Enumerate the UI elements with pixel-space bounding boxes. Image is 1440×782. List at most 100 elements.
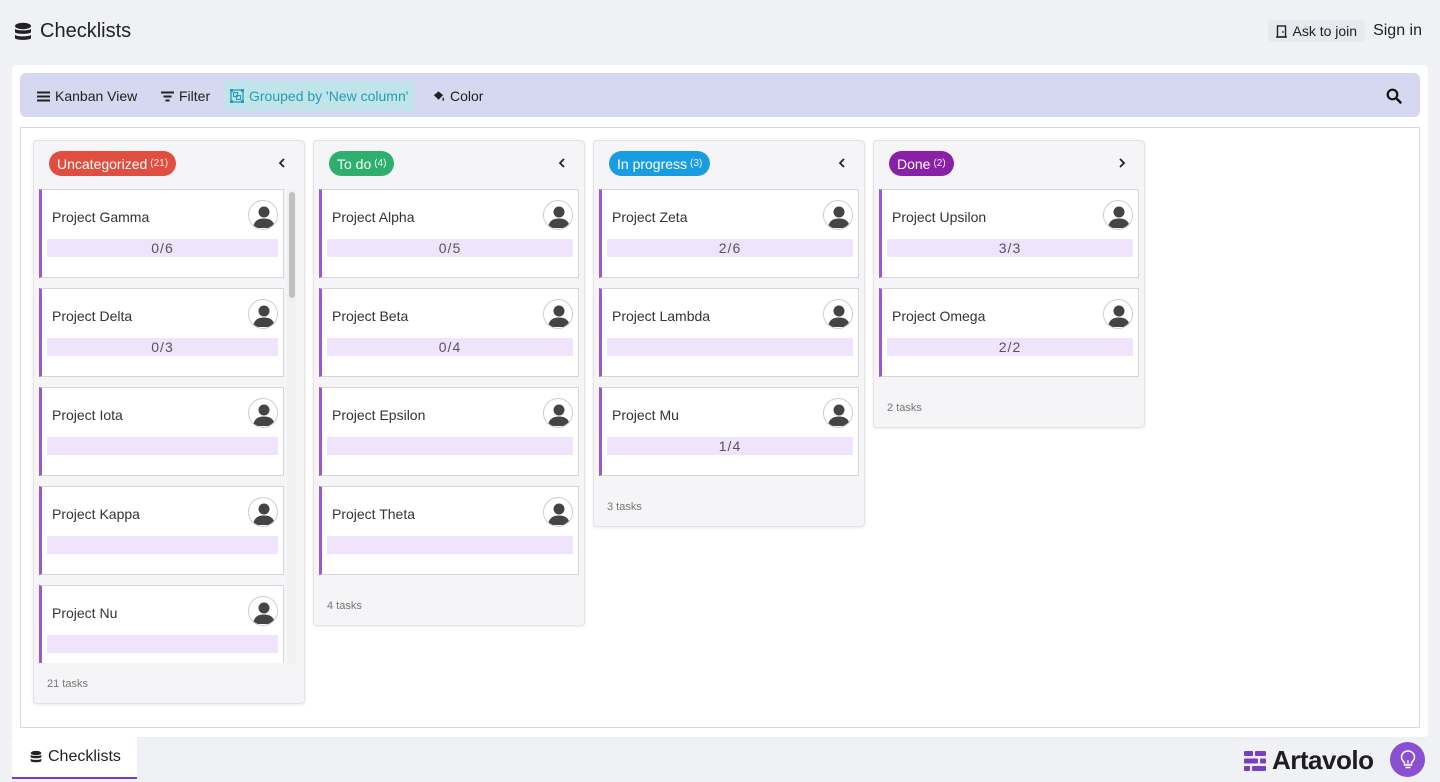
column-header: Done (2) xyxy=(874,141,1144,189)
column-count: (4) xyxy=(374,158,387,169)
page-title: Checklists xyxy=(40,20,132,42)
card-title: Project Mu xyxy=(612,407,679,423)
chevron-left-icon[interactable] xyxy=(837,157,847,169)
card-list: Project Upsilon 3/3 Project Omega 2/2 xyxy=(874,189,1144,377)
user-avatar-icon xyxy=(823,200,853,230)
column-name: Uncategorized xyxy=(57,155,148,172)
card-title: Project Nu xyxy=(52,605,118,621)
column-badge[interactable]: Done (2) xyxy=(889,151,954,176)
column-task-count: 2 tasks xyxy=(887,402,922,414)
chevron-left-icon[interactable] xyxy=(557,157,567,169)
column-badge[interactable]: Uncategorized (21) xyxy=(49,151,177,176)
ask-to-join-button[interactable]: Ask to join xyxy=(1268,20,1366,42)
column-name: In progress xyxy=(617,155,688,172)
bars-icon xyxy=(37,91,50,101)
kanban-column: To do (4) Project Alpha 0/5 Project Beta 0/4 P… xyxy=(313,140,585,626)
object-group-icon xyxy=(230,89,244,103)
checklist-progress: 0/4 xyxy=(327,338,573,356)
brand-name: Artavolo xyxy=(1272,745,1374,775)
door-icon xyxy=(1276,24,1288,38)
column-badge[interactable]: To do (4) xyxy=(329,151,395,176)
column-name: To do xyxy=(337,155,372,172)
user-avatar-icon xyxy=(543,200,573,230)
task-card[interactable]: Project Gamma 0/6 xyxy=(39,189,284,278)
card-list: Project Zeta 2/6 Project Lambda Project Mu 1… xyxy=(594,189,864,476)
column-name: Done xyxy=(897,155,931,172)
filter-button[interactable]: Filter xyxy=(155,81,216,111)
filter-label: Filter xyxy=(179,88,211,104)
task-card[interactable]: Project Iota xyxy=(39,387,284,476)
checklist-progress: 0/5 xyxy=(327,239,573,257)
user-avatar-icon xyxy=(823,398,853,428)
lightbulb-icon xyxy=(1400,749,1415,768)
task-card[interactable]: Project Mu 1/4 xyxy=(599,387,859,476)
task-card[interactable]: Project Alpha 0/5 xyxy=(319,189,579,278)
task-card[interactable]: Project Beta 0/4 xyxy=(319,288,579,377)
card-title: Project Alpha xyxy=(332,209,415,225)
card-title: Project Zeta xyxy=(612,209,688,225)
color-button[interactable]: Color xyxy=(426,81,489,111)
card-title: Project Beta xyxy=(332,308,409,324)
checklist-progress xyxy=(47,635,278,653)
checklist-progress xyxy=(47,536,278,554)
user-avatar-icon xyxy=(1103,200,1133,230)
checklist-progress xyxy=(327,536,573,554)
card-title: Project Lambda xyxy=(612,308,711,324)
paint-bucket-icon xyxy=(433,90,445,101)
kanban-board: Uncategorized (21) Project Gamma 0/6 Project… xyxy=(20,127,1420,728)
bottom-bar: Checklists Artavolo xyxy=(0,737,1440,782)
task-card[interactable]: Project Upsilon 3/3 xyxy=(879,189,1139,278)
column-task-count: 4 tasks xyxy=(327,600,362,612)
kanban-column: Uncategorized (21) Project Gamma 0/6 Project… xyxy=(33,140,305,704)
chevron-right-icon[interactable] xyxy=(1117,157,1127,169)
user-avatar-icon xyxy=(823,299,853,329)
kanban-view-button[interactable]: Kanban View xyxy=(31,81,143,111)
card-title: Project Theta xyxy=(332,506,416,522)
task-card[interactable]: Project Theta xyxy=(319,486,579,575)
column-header: Uncategorized (21) xyxy=(34,141,304,189)
task-card[interactable]: Project Zeta 2/6 xyxy=(599,189,859,278)
kanban-column: In progress (3) Project Zeta 2/6 Project Lam… xyxy=(593,140,865,527)
column-task-count: 3 tasks xyxy=(607,501,642,513)
card-title: Project Iota xyxy=(52,407,123,423)
grouped-by-label: Grouped by 'New column' xyxy=(249,88,409,104)
task-card[interactable]: Project Lambda xyxy=(599,288,859,377)
task-card[interactable]: Project Nu xyxy=(39,585,284,663)
column-badge[interactable]: In progress (3) xyxy=(609,151,711,176)
checklist-progress xyxy=(47,437,278,455)
column-header: To do (4) xyxy=(314,141,584,189)
view-toolbar: Kanban View Filter Grouped by 'New colum… xyxy=(20,73,1420,117)
card-title: Project Epsilon xyxy=(332,407,426,423)
checklist-progress: 2/6 xyxy=(607,239,853,257)
top-bar: Checklists Ask to join Sign in xyxy=(0,0,1440,64)
kanban-view-label: Kanban View xyxy=(55,88,138,104)
tab-checklists[interactable]: Checklists xyxy=(12,737,137,779)
artavolo-logo-icon xyxy=(1244,750,1266,771)
user-avatar-icon xyxy=(543,398,573,428)
task-card[interactable]: Project Kappa xyxy=(39,486,284,575)
task-card[interactable]: Project Delta 0/3 xyxy=(39,288,284,377)
filter-icon xyxy=(161,91,174,101)
card-title: Project Gamma xyxy=(52,209,150,225)
chevron-left-icon[interactable] xyxy=(277,157,287,169)
idea-button[interactable] xyxy=(1390,742,1425,777)
grouped-by-button[interactable]: Grouped by 'New column' xyxy=(224,81,415,111)
search-icon[interactable] xyxy=(1386,88,1402,104)
brand-logo[interactable]: Artavolo xyxy=(1244,745,1374,776)
scrollbar-thumb[interactable] xyxy=(289,192,295,298)
sign-in-link[interactable]: Sign in xyxy=(1373,22,1422,40)
task-card[interactable]: Project Epsilon xyxy=(319,387,579,476)
color-label: Color xyxy=(450,88,484,104)
kanban-column: Done (2) Project Upsilon 3/3 Project Omega 2/… xyxy=(873,140,1145,428)
checklist-progress: 0/3 xyxy=(47,338,278,356)
card-title: Project Delta xyxy=(52,308,133,324)
card-title: Project Kappa xyxy=(52,506,140,522)
column-scrollbar[interactable] xyxy=(287,190,296,664)
card-title: Project Upsilon xyxy=(892,209,987,225)
checklist-progress: 0/6 xyxy=(47,239,278,257)
user-avatar-icon xyxy=(248,398,278,428)
ask-to-join-label: Ask to join xyxy=(1292,23,1358,39)
task-card[interactable]: Project Omega 2/2 xyxy=(879,288,1139,377)
column-header: In progress (3) xyxy=(594,141,864,189)
card-list: Project Alpha 0/5 Project Beta 0/4 Project E… xyxy=(314,189,584,575)
